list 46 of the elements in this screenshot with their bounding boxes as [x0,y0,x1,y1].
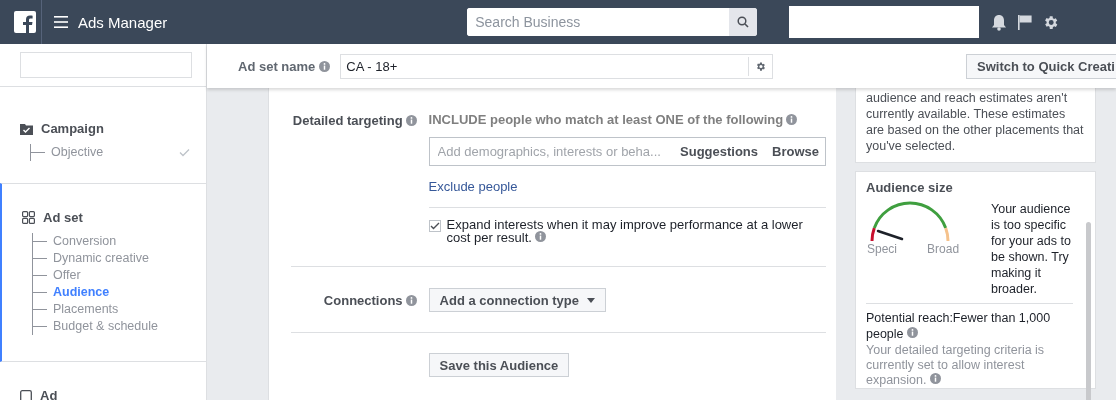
sidebar-search-field[interactable] [20,52,192,78]
flag-icon[interactable] [1017,14,1033,30]
save-audience-button[interactable]: Save this Audience [428,353,570,377]
exclude-link[interactable]: Exclude people [428,179,826,208]
folder-icon [20,122,33,135]
browse-button[interactable]: Browse [758,144,819,159]
app-title: Ads Manager [78,13,168,31]
suggestions-button[interactable]: Suggestions [666,144,759,159]
search-field[interactable]: Search Business [467,8,758,36]
connection-dropdown[interactable]: Add a connection type [428,288,606,312]
targeting-field[interactable]: Add demographics, interests or beha... Suggestions Browse [428,137,826,166]
potential-reach: Potential reach:Fewer than 1,000 people [866,310,1052,342]
card-title: Audience size [866,180,954,195]
nav-item[interactable]: Audience [33,284,190,301]
section-title[interactable]: Ad [40,388,58,400]
menu-icon[interactable] [54,16,68,28]
settings-icon[interactable] [1042,13,1060,31]
audience-message: Your audience is too specific for your ads to be shown. Try making it broader. [991,201,1072,297]
info-icon [907,327,919,338]
info-icon [929,373,941,384]
search-icon [737,16,750,28]
include-text: INCLUDE people who match at least ONE of the following [428,112,784,127]
info-icon [786,114,798,125]
account-field[interactable] [789,6,980,38]
notifications-icon[interactable] [991,13,1008,31]
logo-icon[interactable] [13,11,36,33]
gauge-label: Speci [867,243,898,256]
switch-button[interactable]: Switch to Quick Creati [966,53,1116,79]
field-label: Ad set name [238,58,316,74]
section-title[interactable]: Campaign [41,121,104,136]
info-icon [535,231,547,242]
field-label: Detailed targeting [292,112,403,128]
info-icon [405,114,417,126]
search-button[interactable] [729,8,758,36]
ad-set-name-field[interactable]: CA - 18+ [340,53,774,79]
info-icon [319,60,331,72]
section-title[interactable]: Ad set [43,210,83,225]
checkbox[interactable] [428,220,441,232]
checkbox-label: Expand interests when it may improve performance at a lower cost per result. [446,218,804,244]
gauge-label: Broad [927,243,960,256]
field-label: Connections [323,292,403,308]
info-icon [405,294,417,306]
grid-icon [22,211,35,224]
caret-icon [587,297,595,303]
placements-note: audience and reach estimates aren't currently available. These estimates are based on the other placements that you've selected. [866,90,1085,154]
criteria-note: Your detailed targeting criteria is currently set to allow interest expansion. [866,343,1046,388]
